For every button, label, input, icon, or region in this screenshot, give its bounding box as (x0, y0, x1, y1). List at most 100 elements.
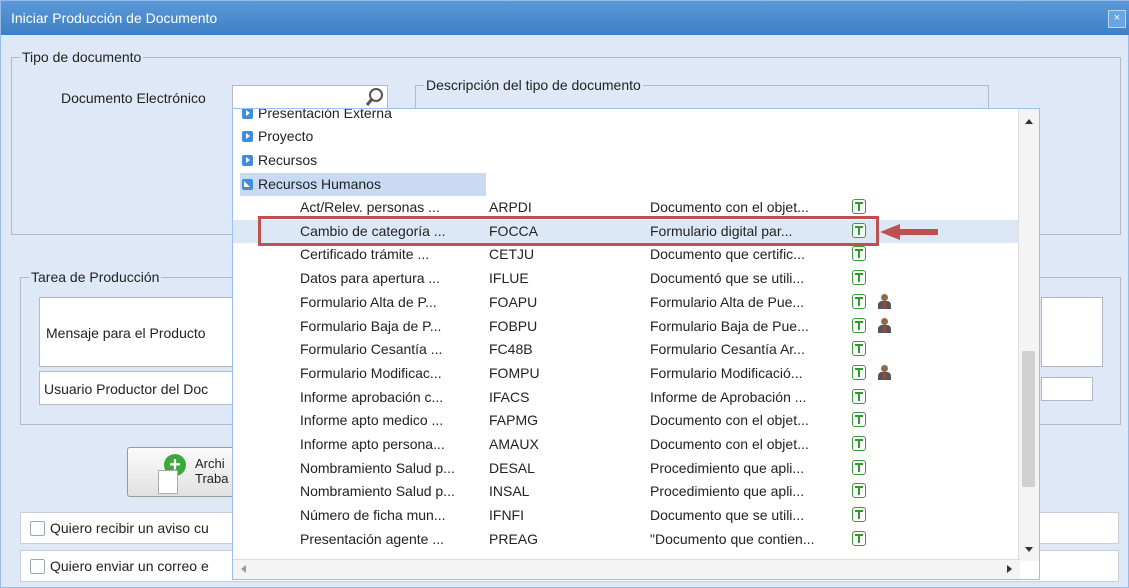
usuario-input[interactable] (1041, 377, 1093, 401)
documento-electronico-input[interactable] (232, 85, 388, 110)
template-t-icon (852, 270, 866, 286)
scroll-right-icon[interactable] (1007, 565, 1012, 573)
mensaje-label: Mensaje para el Producto (46, 325, 206, 341)
template-t-icon (852, 530, 866, 546)
row-description: Procedimiento que apli... (650, 459, 805, 476)
aviso-label: Quiero recibir un aviso cu (50, 520, 209, 536)
template-t-icon (852, 388, 866, 404)
row-code: FOAPU (489, 293, 538, 310)
row-name: Informe aprobación c... (300, 388, 444, 405)
template-t-icon (852, 483, 866, 499)
document-type-row[interactable]: Informe aprobación c... IFACS Informe de A… (233, 386, 1020, 409)
document-type-row[interactable]: Número de ficha mun... IFNFI Documento que… (233, 504, 1020, 527)
row-code: FOMPU (489, 364, 540, 381)
search-icon[interactable] (365, 87, 385, 107)
correo-label: Quiero enviar un correo e (50, 558, 209, 574)
correo-checkbox[interactable] (30, 559, 45, 574)
aviso-checkbox[interactable] (30, 521, 45, 536)
document-type-row[interactable]: Formulario Alta de P... FOAPU Formulario A… (233, 291, 1020, 314)
collapse-icon[interactable] (242, 179, 253, 190)
group-label: Recursos Humanos (258, 176, 381, 192)
mensaje-textarea[interactable] (1041, 297, 1103, 367)
scroll-down-icon[interactable] (1025, 547, 1033, 552)
expand-icon[interactable] (242, 155, 253, 166)
row-name: Formulario Baja de P... (300, 317, 442, 334)
row-code: CETJU (489, 246, 535, 263)
group-presentacion-externa[interactable]: Presentación Externa (240, 109, 480, 125)
row-description: Documento que certific... (650, 246, 805, 263)
document-type-row[interactable]: Datos para apertura ... IFLUE Documentó qu… (233, 267, 1020, 290)
row-name: Formulario Modificac... (300, 364, 442, 381)
row-name: Número de ficha mun... (300, 507, 446, 524)
row-name: Nombramiento Salud p... (300, 483, 455, 500)
expand-icon[interactable] (242, 131, 253, 142)
template-t-icon (852, 293, 866, 309)
person-icon (877, 364, 891, 380)
document-type-row[interactable]: Formulario Modificac... FOMPU Formulario M… (233, 362, 1020, 385)
template-t-icon (852, 199, 866, 214)
template-t-icon (852, 317, 866, 333)
title-bar[interactable]: Iniciar Producción de Documento × (1, 1, 1129, 35)
descripcion-legend: Descripción del tipo de documento (426, 77, 641, 93)
horizontal-scrollbar[interactable] (233, 559, 1020, 579)
row-name: Informe apto medico ... (300, 412, 444, 429)
row-description: Documentó que se utili... (650, 270, 805, 287)
row-code: FOBPU (489, 317, 538, 334)
document-type-row[interactable]: Formulario Cesantía ... FC48B Formulario C… (233, 338, 1020, 361)
row-code: IFNFI (489, 507, 524, 524)
template-t-icon (852, 341, 866, 357)
template-t-icon (852, 364, 866, 380)
document-type-row[interactable]: Certificado trámite ... CETJU Documento qu… (233, 243, 1020, 266)
scroll-up-icon[interactable] (1025, 119, 1033, 124)
scroll-left-icon[interactable] (241, 565, 246, 573)
document-icon (158, 470, 178, 494)
row-description: Procedimiento que apli... (650, 483, 805, 500)
row-name: Formulario Cesantía ... (300, 341, 443, 358)
template-t-icon (852, 246, 866, 262)
document-type-row[interactable]: Nombramiento Salud p... DESAL Procedimient… (233, 457, 1020, 480)
row-name: Nombramiento Salud p... (300, 459, 455, 476)
row-code: INSAL (489, 483, 530, 500)
group-recursos-humanos[interactable]: Recursos Humanos (240, 173, 486, 196)
row-code: PREAG (489, 530, 539, 547)
row-name: Formulario Alta de P... (300, 293, 437, 310)
template-t-icon (852, 459, 866, 475)
archivo-trabajo-button[interactable]: + Archi Traba (127, 447, 237, 497)
pointer-arrow-icon (880, 224, 938, 240)
row-code: AMAUX (489, 436, 539, 452)
row-description: Formulario Baja de Pue... (650, 317, 809, 334)
row-description: Informe de Aprobación ... (650, 388, 807, 405)
highlight-box (258, 216, 879, 246)
row-name: Act/Relev. personas ... (300, 199, 440, 215)
close-icon[interactable]: × (1108, 10, 1126, 28)
scrollbar-thumb[interactable] (1022, 351, 1035, 487)
row-description: Formulario Modificació... (650, 364, 803, 381)
expand-icon[interactable] (242, 109, 253, 119)
dialog-title: Iniciar Producción de Documento (11, 10, 218, 26)
person-icon (877, 317, 891, 333)
group-label: Proyecto (258, 128, 314, 144)
group-proyecto[interactable]: Proyecto (240, 125, 480, 148)
document-type-row[interactable]: Informe apto persona... AMAUX Documento co… (233, 433, 1020, 456)
group-recursos[interactable]: Recursos (240, 149, 480, 172)
row-name: Presentación agente ... (300, 530, 444, 547)
template-t-icon (852, 436, 866, 451)
usuario-label: Usuario Productor del Doc (44, 381, 209, 397)
template-t-icon (852, 507, 866, 523)
vertical-scrollbar[interactable] (1018, 109, 1039, 561)
document-type-dropdown[interactable]: Presentación Externa Proyecto Recursos R… (232, 108, 1040, 580)
row-description: Documento con el objet... (650, 412, 809, 429)
documento-electronico-label: Documento Electrónico (61, 90, 206, 106)
row-code: FC48B (489, 341, 533, 358)
tipo-documento-legend: Tipo de documento (22, 49, 142, 65)
document-type-row[interactable]: Presentación agente ... PREAG "Documento q… (233, 528, 1020, 551)
row-name: Datos para apertura ... (300, 270, 441, 287)
document-type-row[interactable]: Formulario Baja de P... FOBPU Formulario B… (233, 315, 1020, 338)
document-type-row[interactable]: Informe apto medico ... FAPMG Documento co… (233, 409, 1020, 432)
archivo-label-1: Archi (195, 456, 225, 471)
document-type-row[interactable]: Nombramiento Salud p... INSAL Procedimient… (233, 480, 1020, 503)
row-name: Informe apto persona... (300, 436, 445, 452)
row-name: Certificado trámite ... (300, 246, 430, 263)
row-code: DESAL (489, 459, 535, 476)
row-description: "Documento que contien... (650, 530, 815, 547)
